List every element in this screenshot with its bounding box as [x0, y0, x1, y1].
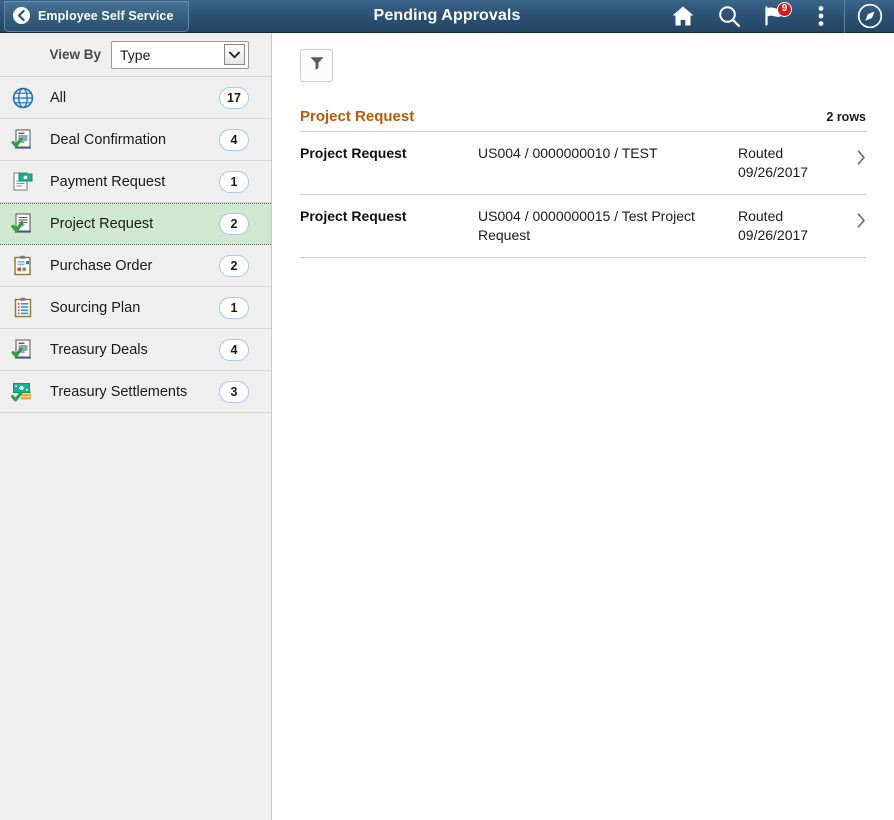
- sidebar-item-count: 17: [219, 87, 249, 109]
- sidebar-item-all[interactable]: All 17: [0, 77, 271, 119]
- approval-type-list: All 17 Deal Confir: [0, 77, 271, 413]
- home-icon[interactable]: [660, 0, 706, 33]
- row-chevron-right-icon[interactable]: [838, 144, 866, 165]
- sidebar-item-deal-confirmation[interactable]: Deal Confirmation 4: [0, 119, 271, 161]
- payment-request-icon: [8, 170, 38, 194]
- sidebar: View By Type: [0, 33, 272, 820]
- view-by-label: View By: [49, 47, 101, 62]
- filter-icon: [309, 55, 325, 76]
- sidebar-item-count: 1: [219, 297, 249, 319]
- sidebar-item-label: Sourcing Plan: [50, 300, 219, 316]
- sidebar-item-sourcing-plan[interactable]: Sourcing Plan 1: [0, 287, 271, 329]
- sidebar-item-label: Treasury Settlements: [50, 384, 219, 400]
- sidebar-item-count: 3: [219, 381, 249, 403]
- notification-count-badge: 9: [777, 2, 792, 17]
- sidebar-item-count: 2: [219, 255, 249, 277]
- sidebar-item-count: 4: [219, 339, 249, 361]
- row-status-date: 09/26/2017: [738, 164, 808, 180]
- sidebar-item-label: All: [50, 90, 219, 106]
- globe-icon: [8, 87, 38, 109]
- sidebar-item-count: 2: [219, 213, 249, 235]
- treasury-settlements-icon: [8, 380, 38, 404]
- view-by-bar: View By Type: [0, 33, 271, 77]
- app-header: Employee Self Service Pending Approvals …: [0, 0, 894, 33]
- search-icon[interactable]: [706, 0, 752, 33]
- sidebar-item-payment-request[interactable]: Payment Request 1: [0, 161, 271, 203]
- back-button-label: Employee Self Service: [38, 9, 174, 23]
- chevron-down-icon: [224, 44, 245, 65]
- sidebar-item-project-request[interactable]: Project Request 2: [0, 203, 271, 245]
- row-status: Routed 09/26/2017: [738, 144, 838, 182]
- sidebar-item-label: Project Request: [50, 216, 219, 232]
- section-title: Project Request: [300, 108, 826, 125]
- rows-count-label: 2 rows: [826, 110, 866, 124]
- row-description: US004 / 0000000015 / Test Project Reques…: [478, 207, 738, 245]
- sidebar-item-label: Treasury Deals: [50, 342, 219, 358]
- sourcing-plan-icon: [8, 296, 38, 320]
- header-icon-group: 9: [660, 0, 894, 32]
- toolbar: [272, 33, 894, 82]
- table-row[interactable]: Project Request US004 / 0000000015 / Tes…: [300, 195, 866, 258]
- sidebar-item-treasury-settlements[interactable]: Treasury Settlements 3: [0, 371, 271, 413]
- main-content: Project Request 2 rows Project Request U…: [272, 33, 894, 820]
- row-chevron-right-icon[interactable]: [838, 207, 866, 228]
- row-type: Project Request: [300, 207, 478, 225]
- row-status-text: Routed: [738, 208, 783, 224]
- sidebar-item-purchase-order[interactable]: Purchase Order 2: [0, 245, 271, 287]
- deal-confirmation-icon: [8, 128, 38, 152]
- sidebar-item-count: 4: [219, 129, 249, 151]
- approvals-table: Project Request US004 / 0000000010 / TES…: [300, 132, 866, 258]
- table-row[interactable]: Project Request US004 / 0000000010 / TES…: [300, 132, 866, 195]
- row-status-text: Routed: [738, 145, 783, 161]
- sidebar-item-label: Purchase Order: [50, 258, 219, 274]
- treasury-deals-icon: [8, 338, 38, 362]
- actions-menu-icon[interactable]: [798, 0, 844, 33]
- section-header: Project Request 2 rows: [300, 108, 866, 132]
- filter-button[interactable]: [300, 49, 333, 82]
- row-status: Routed 09/26/2017: [738, 207, 838, 245]
- back-to-employee-self-service-button[interactable]: Employee Self Service: [4, 1, 189, 32]
- page-body: View By Type: [0, 33, 894, 820]
- row-description: US004 / 0000000010 / TEST: [478, 144, 738, 163]
- sidebar-item-label: Payment Request: [50, 174, 219, 190]
- view-by-select[interactable]: Type: [111, 41, 249, 69]
- row-status-date: 09/26/2017: [738, 227, 808, 243]
- purchase-order-icon: [8, 254, 38, 278]
- sidebar-item-label: Deal Confirmation: [50, 132, 219, 148]
- sidebar-empty-space: [0, 413, 271, 820]
- notifications-flag-icon[interactable]: 9: [752, 0, 798, 33]
- navbar-compass-icon[interactable]: [844, 0, 894, 33]
- project-request-icon: [8, 212, 38, 236]
- view-by-selected-value: Type: [120, 47, 224, 63]
- row-type: Project Request: [300, 144, 478, 162]
- sidebar-item-count: 1: [219, 171, 249, 193]
- back-chevron-icon: [13, 7, 30, 24]
- sidebar-item-treasury-deals[interactable]: Treasury Deals 4: [0, 329, 271, 371]
